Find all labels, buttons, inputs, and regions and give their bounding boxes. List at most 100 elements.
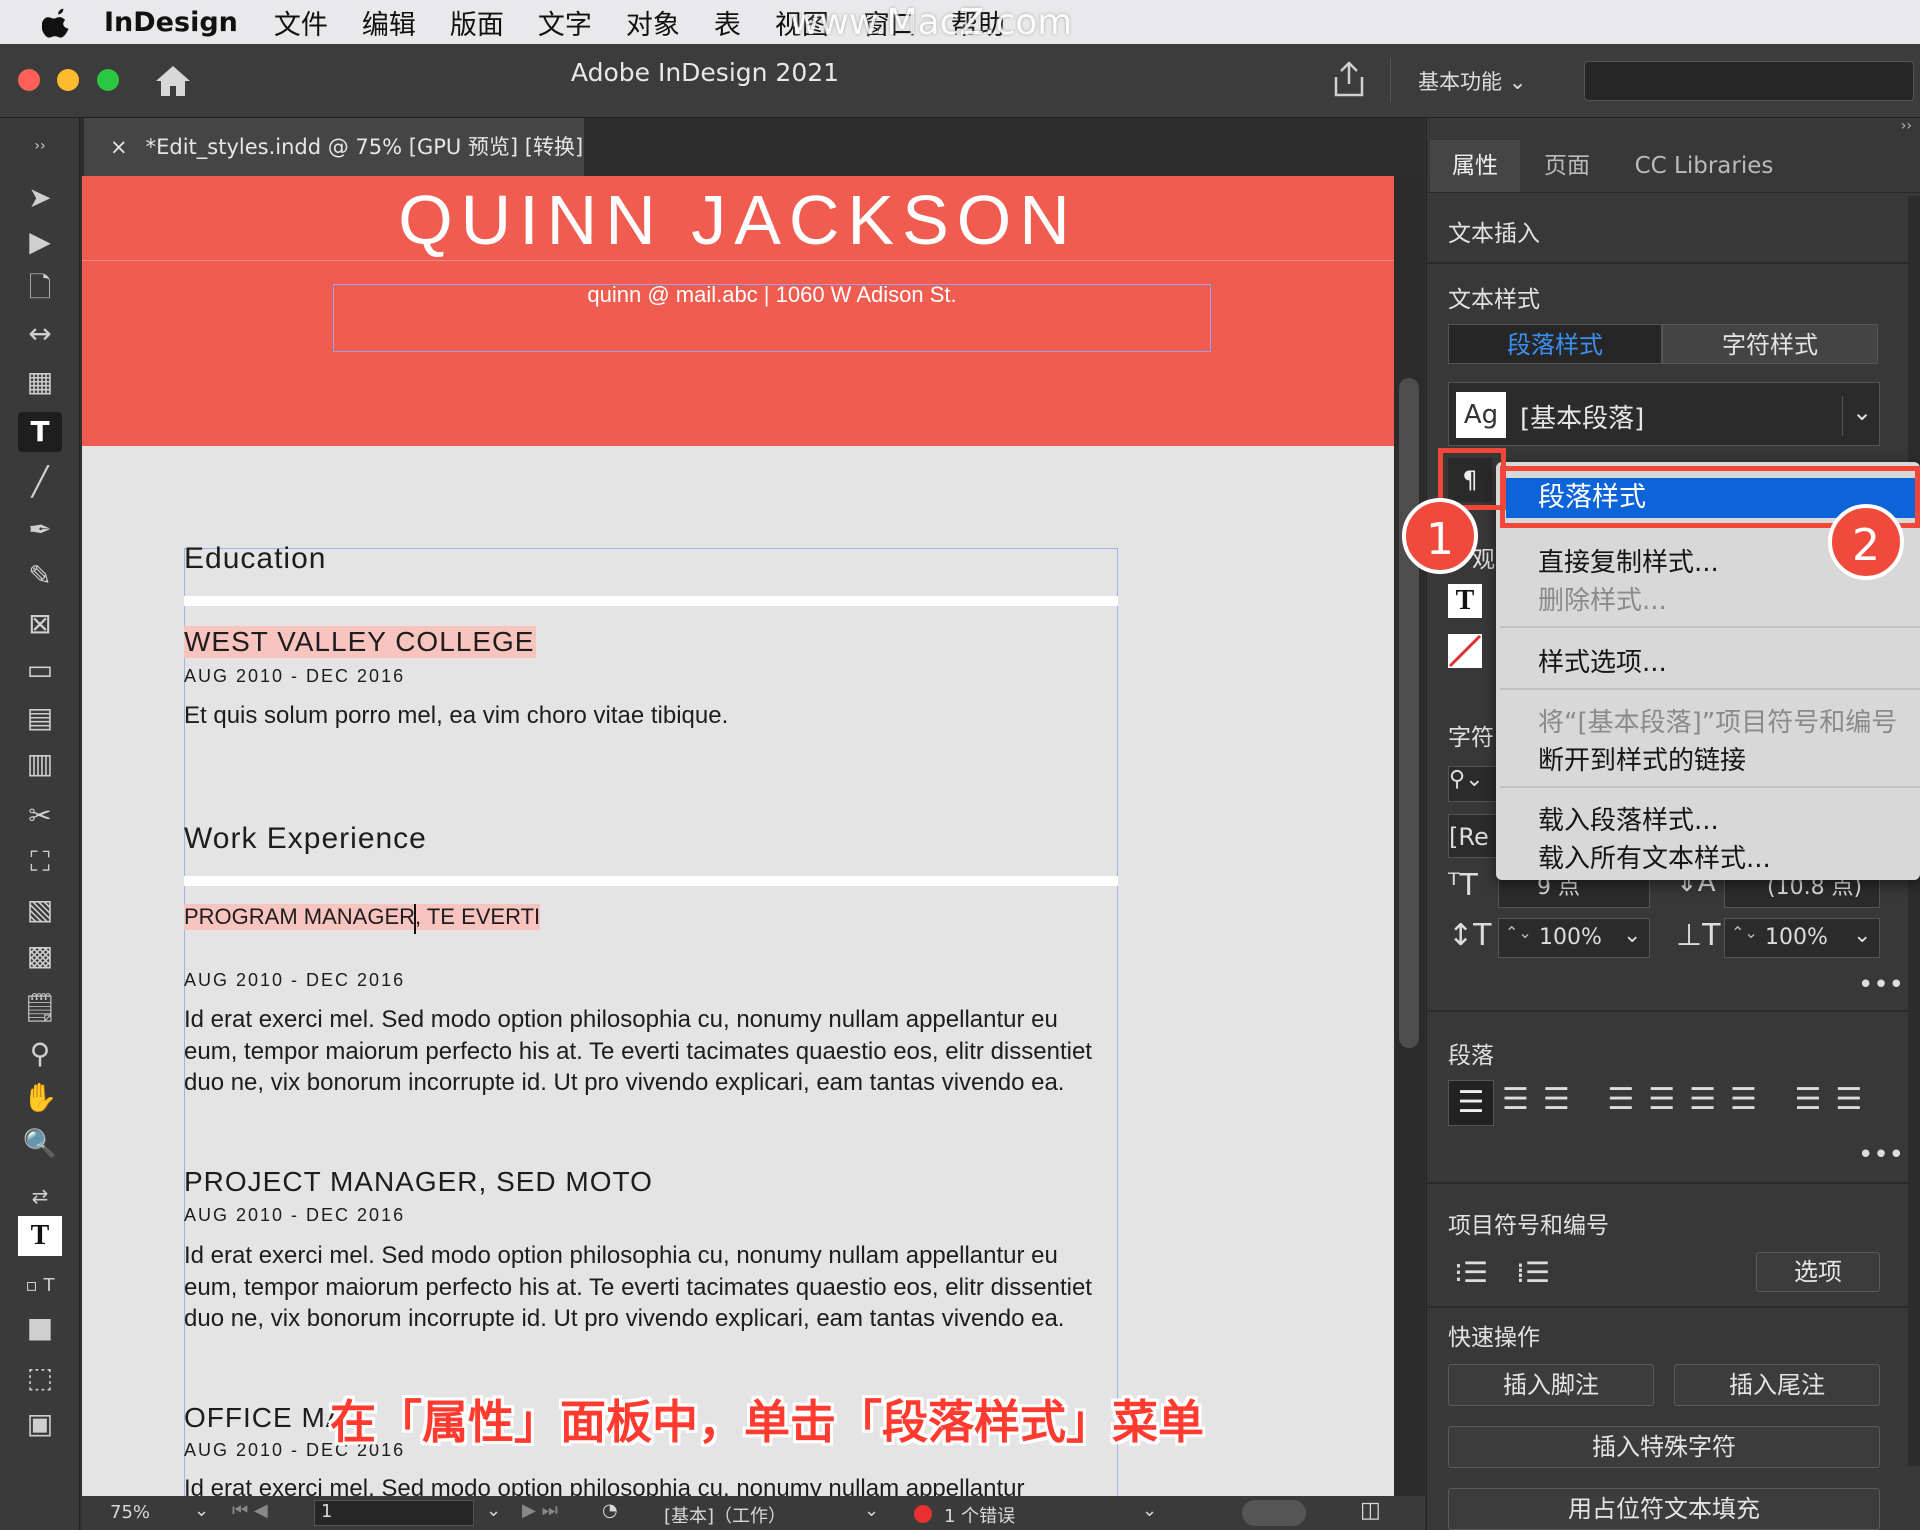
menu-file[interactable]: 文件 [274,3,328,42]
preflight-profile[interactable]: [基本]（工作） [664,1502,786,1528]
insert-special-character-button[interactable]: 插入特殊字符 [1448,1426,1880,1468]
resume-contact[interactable]: quinn @ mail.abc | 1060 W Adison St. [333,282,1211,308]
rectangle-tool-icon[interactable]: ▭ [18,650,62,690]
page-number-field[interactable]: 1 [314,1500,474,1526]
zoom-tool-icon[interactable]: 🔍 [18,1124,62,1164]
menu-item-load-paragraph-styles[interactable]: 载入段落样式... [1538,800,1719,837]
job2-title[interactable]: PROJECT MANAGER, SED MOTO [184,1166,653,1198]
type-tool-icon[interactable]: T [18,412,62,452]
scissors-tool-icon[interactable]: ✂ [18,796,62,836]
insert-endnote-button[interactable]: 插入尾注 [1674,1364,1880,1406]
normal-view-icon[interactable]: ■ [18,1308,62,1348]
stepper-icon[interactable]: ⌃⌄ [1731,923,1758,942]
text-fill-icon[interactable]: T [1448,584,1482,618]
more-options-icon[interactable]: ••• [1858,1140,1904,1170]
menu-item-style-options[interactable]: 样式选项... [1538,642,1667,679]
toggle-switch[interactable] [1242,1500,1306,1526]
job3-title[interactable]: OFFICE MA [184,1402,345,1434]
errors-dropdown-icon[interactable]: ⌄ [1142,1500,1157,1521]
error-count[interactable]: 1 个错误 [944,1502,1015,1528]
menu-indesign[interactable]: InDesign [104,7,238,38]
education-heading[interactable]: Education [184,542,326,576]
menu-type[interactable]: 文字 [538,3,592,42]
search-input[interactable] [1584,61,1914,101]
job2-description[interactable]: Id erat exerci mel. Sed modo option phil… [184,1240,1114,1335]
paragraph-style-dropdown[interactable] [1448,382,1880,446]
content-collector-icon[interactable]: ▦ [18,362,62,402]
numbered-list-icon[interactable]: ⁞☰ [1516,1256,1550,1289]
job1-title[interactable]: PROGRAM MANAGER, TE EVERTI [184,904,541,930]
hand-tool-icon[interactable]: ✋ [18,1078,62,1118]
vertical-scale-field[interactable]: ⌃⌄ 100% ⌄ [1498,918,1650,958]
tab-character-styles[interactable]: 字符样式 [1662,324,1878,364]
first-page-icon[interactable]: ⏮ ◀ [232,1500,268,1521]
share-icon[interactable] [1332,60,1366,98]
page-dropdown-icon[interactable]: ⌄ [486,1500,501,1521]
tab-paragraph-styles[interactable]: 段落样式 [1448,324,1662,364]
workspace-switcher[interactable]: 基本功能 ⌄ [1418,66,1526,96]
panel-collapse-icon[interactable]: ›› [18,126,62,166]
document-tab[interactable]: × *Edit_styles.indd @ 75% [GPU 预览] [转换] [84,118,584,176]
apple-icon[interactable] [42,6,74,38]
menu-item-load-all-text-styles[interactable]: 载入所有文本样式... [1538,838,1771,875]
preflight-profile-icon[interactable]: ◔ [602,1500,618,1521]
swap-fill-stroke-icon[interactable]: ⇄ [18,1176,62,1216]
tab-properties[interactable]: 属性 [1430,140,1520,192]
font-search-icon[interactable]: ⚲⌄ [1448,766,1498,802]
grid-tool-icon[interactable]: ▥ [18,744,62,784]
job1-dates[interactable]: AUG 2010 - DEC 2016 [184,970,405,991]
table-tool-icon[interactable]: ▤ [18,698,62,738]
fill-placeholder-text-button[interactable]: 用占位符文本填充 [1448,1488,1880,1530]
selection-tool-icon[interactable]: ➤ [18,178,62,218]
alignment-buttons-icon[interactable]: ☰☰ ☰☰☰☰ ☰☰ [1502,1082,1876,1117]
menu-item-break-link[interactable]: 断开到样式的链接 [1538,740,1746,777]
rectangle-frame-tool-icon[interactable]: ⊠ [18,604,62,644]
more-options-icon[interactable]: ••• [1858,970,1904,1000]
free-transform-tool-icon[interactable]: ⛶ [18,842,62,882]
chevron-down-icon[interactable]: ⌄ [1853,923,1871,948]
menu-object[interactable]: 对象 [626,3,680,42]
stroke-none-icon[interactable] [1448,634,1482,668]
eyedropper-tool-icon[interactable]: ⚲ [18,1034,62,1074]
zoom-level[interactable]: 75% [110,1502,150,1523]
stepper-icon[interactable]: ⌃⌄ [1505,923,1532,942]
zoom-dropdown-icon[interactable]: ⌄ [194,1500,209,1521]
horizontal-scale-field[interactable]: ⌃⌄ 100% ⌄ [1724,918,1880,958]
note-tool-icon[interactable]: 🗒 [18,988,62,1028]
bullets-options-button[interactable]: 选项 [1756,1252,1880,1292]
apply-container-icon[interactable]: ▫ T [18,1266,62,1306]
screen-mode-icon[interactable]: ⬚ [18,1358,62,1398]
formatting-text-icon[interactable]: T [18,1216,62,1256]
scrollbar-thumb[interactable] [1399,378,1419,1048]
gradient-swatch-tool-icon[interactable]: ▧ [18,890,62,930]
pen-tool-icon[interactable]: ✒ [18,510,62,550]
chevron-down-icon[interactable]: ⌄ [1623,923,1641,948]
insert-footnote-button[interactable]: 插入脚注 [1448,1364,1654,1406]
work-heading[interactable]: Work Experience [184,822,427,856]
pencil-tool-icon[interactable]: ✎ [18,556,62,596]
split-layout-icon[interactable]: ◫ [1360,1498,1381,1523]
college-description[interactable]: Et quis solum porro mel, ea vim choro vi… [184,702,728,730]
job2-dates[interactable]: AUG 2010 - DEC 2016 [184,1205,405,1226]
resume-name[interactable]: QUINN JACKSON [82,180,1394,260]
tab-cc-libraries[interactable]: CC Libraries [1614,140,1794,192]
profile-dropdown-icon[interactable]: ⌄ [864,1500,879,1521]
gradient-feather-tool-icon[interactable]: ▩ [18,936,62,976]
panel-collapse-icon[interactable]: ›› [1426,118,1920,138]
menu-edit[interactable]: 编辑 [362,3,416,42]
college-name[interactable]: WEST VALLEY COLLEGE [184,626,537,658]
menu-table[interactable]: 表 [714,3,741,42]
presentation-icon[interactable]: ▣ [18,1404,62,1444]
menu-item-duplicate-style[interactable]: 直接复制样式... [1538,542,1719,579]
bullet-list-icon[interactable]: ⁝☰ [1454,1256,1488,1289]
college-dates[interactable]: AUG 2010 - DEC 2016 [184,666,405,687]
job1-description[interactable]: Id erat exerci mel. Sed modo option phil… [184,1004,1114,1099]
next-page-icon[interactable]: ▶ ⏭ [522,1500,558,1521]
direct-selection-tool-icon[interactable]: ▶ [18,222,62,262]
gap-tool-icon[interactable]: ↔ [18,314,62,354]
line-tool-icon[interactable]: ╱ [18,462,62,502]
close-tab-icon[interactable]: × [110,135,128,159]
page-tool-icon[interactable]: 🗋 [18,268,62,308]
align-left-icon[interactable]: ☰ [1448,1080,1494,1126]
tab-pages[interactable]: 页面 [1522,140,1612,192]
